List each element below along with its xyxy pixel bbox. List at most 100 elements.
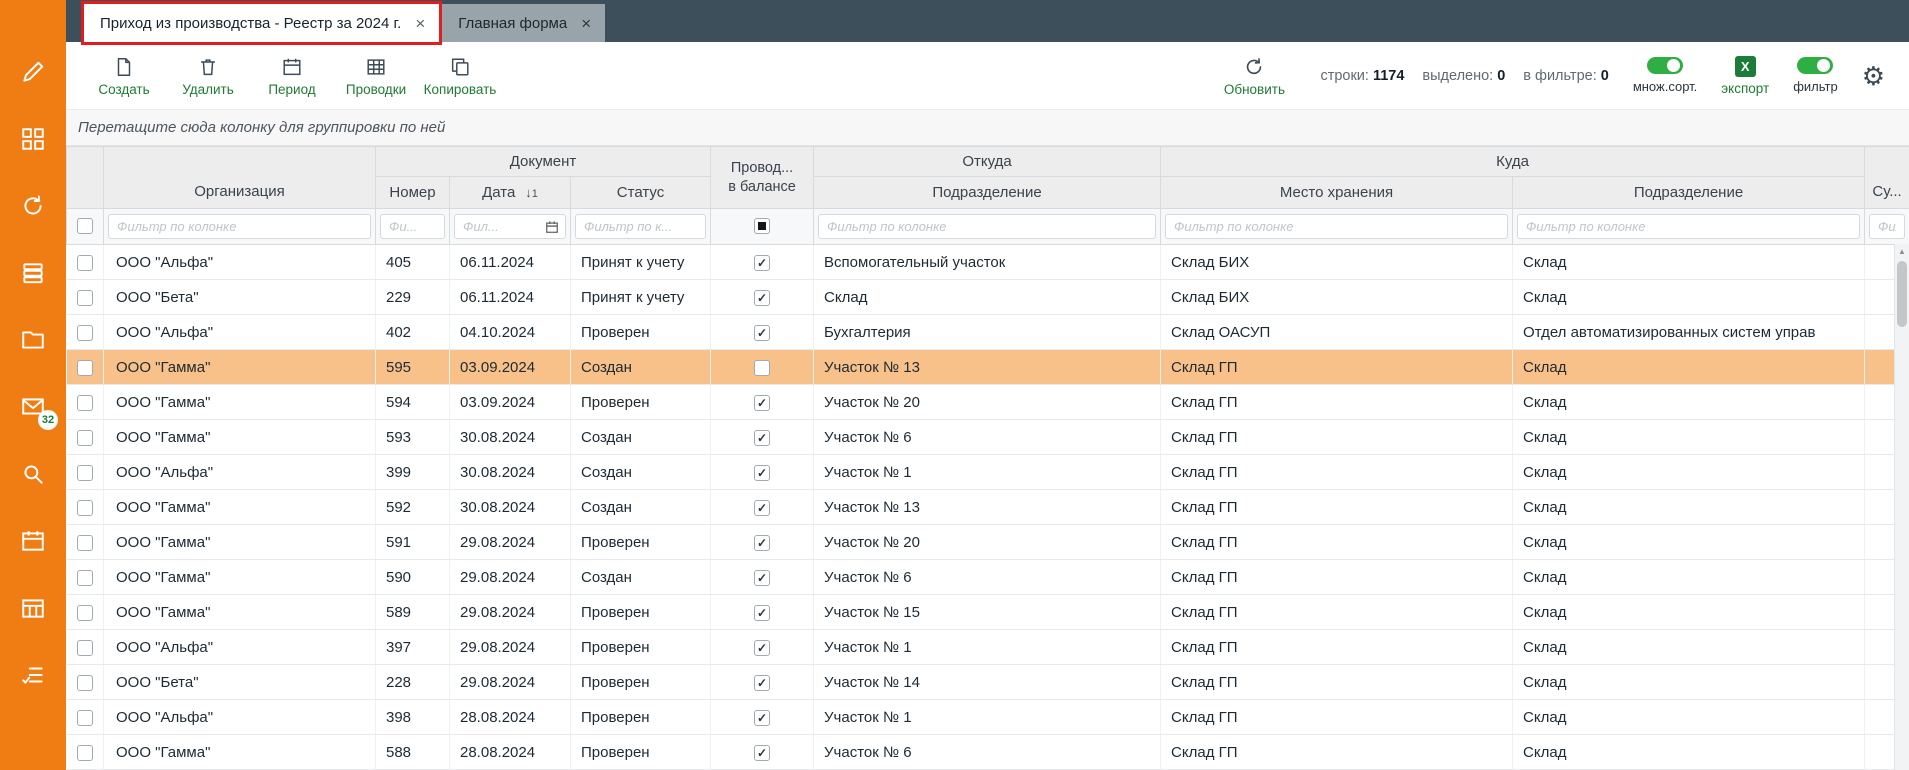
posted-checkbox[interactable]: [754, 290, 770, 306]
tab-registry[interactable]: Приход из производства - Реестр за 2024 …: [84, 4, 439, 42]
sidebar-item-checklist[interactable]: [0, 641, 66, 708]
toggle-switch-icon[interactable]: [1647, 57, 1683, 74]
row-select-checkbox[interactable]: [77, 640, 93, 656]
row-select-checkbox[interactable]: [77, 570, 93, 586]
posted-checkbox[interactable]: [754, 710, 770, 726]
posted-checkbox[interactable]: [754, 430, 770, 446]
select-all-checkbox[interactable]: [77, 218, 93, 234]
posted-checkbox[interactable]: [754, 325, 770, 341]
table-row[interactable]: ООО "Гамма" 591 29.08.2024 Проверен Учас…: [67, 525, 1909, 560]
posted-checkbox[interactable]: [754, 360, 770, 376]
filter-storage-input[interactable]: [1165, 214, 1508, 239]
col-header-number[interactable]: Номер: [376, 177, 450, 209]
filter-from-department-input[interactable]: [818, 214, 1156, 239]
row-select-checkbox[interactable]: [77, 605, 93, 621]
sidebar-item-mail[interactable]: 32: [0, 373, 66, 440]
row-select-checkbox[interactable]: [77, 465, 93, 481]
table-row[interactable]: ООО "Альфа" 399 30.08.2024 Создан Участо…: [67, 455, 1909, 490]
row-select-checkbox[interactable]: [77, 290, 93, 306]
close-icon[interactable]: ×: [581, 15, 591, 32]
posted-checkbox[interactable]: [754, 675, 770, 691]
col-header-to-department[interactable]: Подразделение: [1513, 177, 1865, 209]
col-header-status[interactable]: Статус: [571, 177, 711, 209]
posted-checkbox[interactable]: [754, 255, 770, 271]
row-select-checkbox[interactable]: [77, 710, 93, 726]
cell-storage: Склад ГП: [1161, 525, 1513, 560]
filter-toggle[interactable]: фильтр: [1793, 57, 1837, 94]
col-header-date[interactable]: Дата ↓1: [450, 177, 571, 209]
filter-posted-checkbox[interactable]: [754, 218, 770, 234]
filter-to-department-input[interactable]: [1517, 214, 1860, 239]
group-by-bar[interactable]: Перетащите сюда колонку для группировки …: [66, 110, 1909, 146]
table-row[interactable]: ООО "Гамма" 589 29.08.2024 Проверен Учас…: [67, 595, 1909, 630]
export-button[interactable]: X экспорт: [1721, 56, 1769, 96]
refresh-button[interactable]: Обновить: [1212, 54, 1296, 97]
row-select-checkbox[interactable]: [77, 430, 93, 446]
sidebar-item-folder[interactable]: [0, 306, 66, 373]
row-select-checkbox[interactable]: [77, 500, 93, 516]
table-row[interactable]: ООО "Бета" 228 29.08.2024 Проверен Участ…: [67, 665, 1909, 700]
scroll-up-arrow[interactable]: ▲: [1895, 244, 1909, 259]
vertical-scrollbar[interactable]: ▲: [1894, 244, 1909, 770]
posted-checkbox[interactable]: [754, 395, 770, 411]
multi-sort-toggle[interactable]: множ.сорт.: [1633, 57, 1697, 94]
filter-number-input[interactable]: [380, 214, 445, 239]
cell-to-department: Склад: [1513, 560, 1865, 595]
create-button[interactable]: Создать: [82, 54, 166, 97]
posted-checkbox[interactable]: [754, 535, 770, 551]
postings-button[interactable]: Проводки: [334, 54, 418, 97]
row-select-checkbox[interactable]: [77, 675, 93, 691]
group-header-to: Куда: [1161, 147, 1865, 177]
table-row[interactable]: ООО "Гамма" 592 30.08.2024 Создан Участо…: [67, 490, 1909, 525]
tab-main-form[interactable]: Главная форма ×: [442, 4, 605, 42]
sidebar-item-edit[interactable]: [0, 38, 66, 105]
sidebar-item-cards[interactable]: [0, 239, 66, 306]
cell-status: Создан: [571, 350, 711, 385]
row-select-checkbox[interactable]: [77, 255, 93, 271]
delete-button[interactable]: Удалить: [166, 54, 250, 97]
sidebar-item-calendar[interactable]: [0, 507, 66, 574]
filter-date-input[interactable]: [454, 214, 566, 239]
row-select-checkbox[interactable]: [77, 360, 93, 376]
filter-organization-input[interactable]: [108, 214, 371, 239]
posted-checkbox[interactable]: [754, 640, 770, 656]
scrollbar-thumb[interactable]: [1897, 261, 1907, 327]
table-row[interactable]: ООО "Бета" 229 06.11.2024 Принят к учету…: [67, 280, 1909, 315]
col-header-storage[interactable]: Место хранения: [1161, 177, 1513, 209]
row-select-checkbox[interactable]: [77, 535, 93, 551]
period-button[interactable]: Период: [250, 54, 334, 97]
posted-checkbox[interactable]: [754, 745, 770, 761]
filter-status-input[interactable]: [575, 214, 706, 239]
row-select-checkbox[interactable]: [77, 395, 93, 411]
row-select-checkbox[interactable]: [77, 325, 93, 341]
posted-checkbox[interactable]: [754, 500, 770, 516]
table-row[interactable]: ООО "Альфа" 398 28.08.2024 Проверен Учас…: [67, 700, 1909, 735]
table-row[interactable]: ООО "Гамма" 588 28.08.2024 Проверен Учас…: [67, 735, 1909, 770]
table-row[interactable]: ООО "Гамма" 593 30.08.2024 Создан Участо…: [67, 420, 1909, 455]
toggle-switch-icon[interactable]: [1797, 57, 1833, 74]
table-row[interactable]: ООО "Гамма" 594 03.09.2024 Проверен Учас…: [67, 385, 1909, 420]
posted-checkbox[interactable]: [754, 570, 770, 586]
col-header-organization[interactable]: Организация: [104, 147, 376, 209]
gear-icon[interactable]: ⚙: [1862, 63, 1885, 89]
cell-to-department: Склад: [1513, 490, 1865, 525]
filter-sum-input[interactable]: [1869, 214, 1905, 239]
copy-button[interactable]: Копировать: [418, 54, 502, 97]
app-window: 32 Приход из производства - Реестр за 20…: [0, 0, 1909, 770]
table-row[interactable]: ООО "Альфа" 397 29.08.2024 Проверен Учас…: [67, 630, 1909, 665]
col-header-posted[interactable]: Провод... в балансе: [711, 147, 814, 209]
row-select-checkbox[interactable]: [77, 745, 93, 761]
close-icon[interactable]: ×: [415, 15, 425, 32]
col-header-sum[interactable]: Су...: [1865, 147, 1909, 209]
table-row[interactable]: ООО "Альфа" 402 04.10.2024 Проверен Бухг…: [67, 315, 1909, 350]
table-row[interactable]: ООО "Гамма" 590 29.08.2024 Создан Участо…: [67, 560, 1909, 595]
sidebar-item-modules[interactable]: [0, 105, 66, 172]
posted-checkbox[interactable]: [754, 605, 770, 621]
sidebar-item-table[interactable]: [0, 574, 66, 641]
table-row[interactable]: ООО "Альфа" 405 06.11.2024 Принят к учет…: [67, 245, 1909, 280]
col-header-from-department[interactable]: Подразделение: [814, 177, 1161, 209]
posted-checkbox[interactable]: [754, 465, 770, 481]
sidebar-item-sync[interactable]: [0, 172, 66, 239]
sidebar-item-search[interactable]: [0, 440, 66, 507]
table-row[interactable]: ООО "Гамма" 595 03.09.2024 Создан Участо…: [67, 350, 1909, 385]
